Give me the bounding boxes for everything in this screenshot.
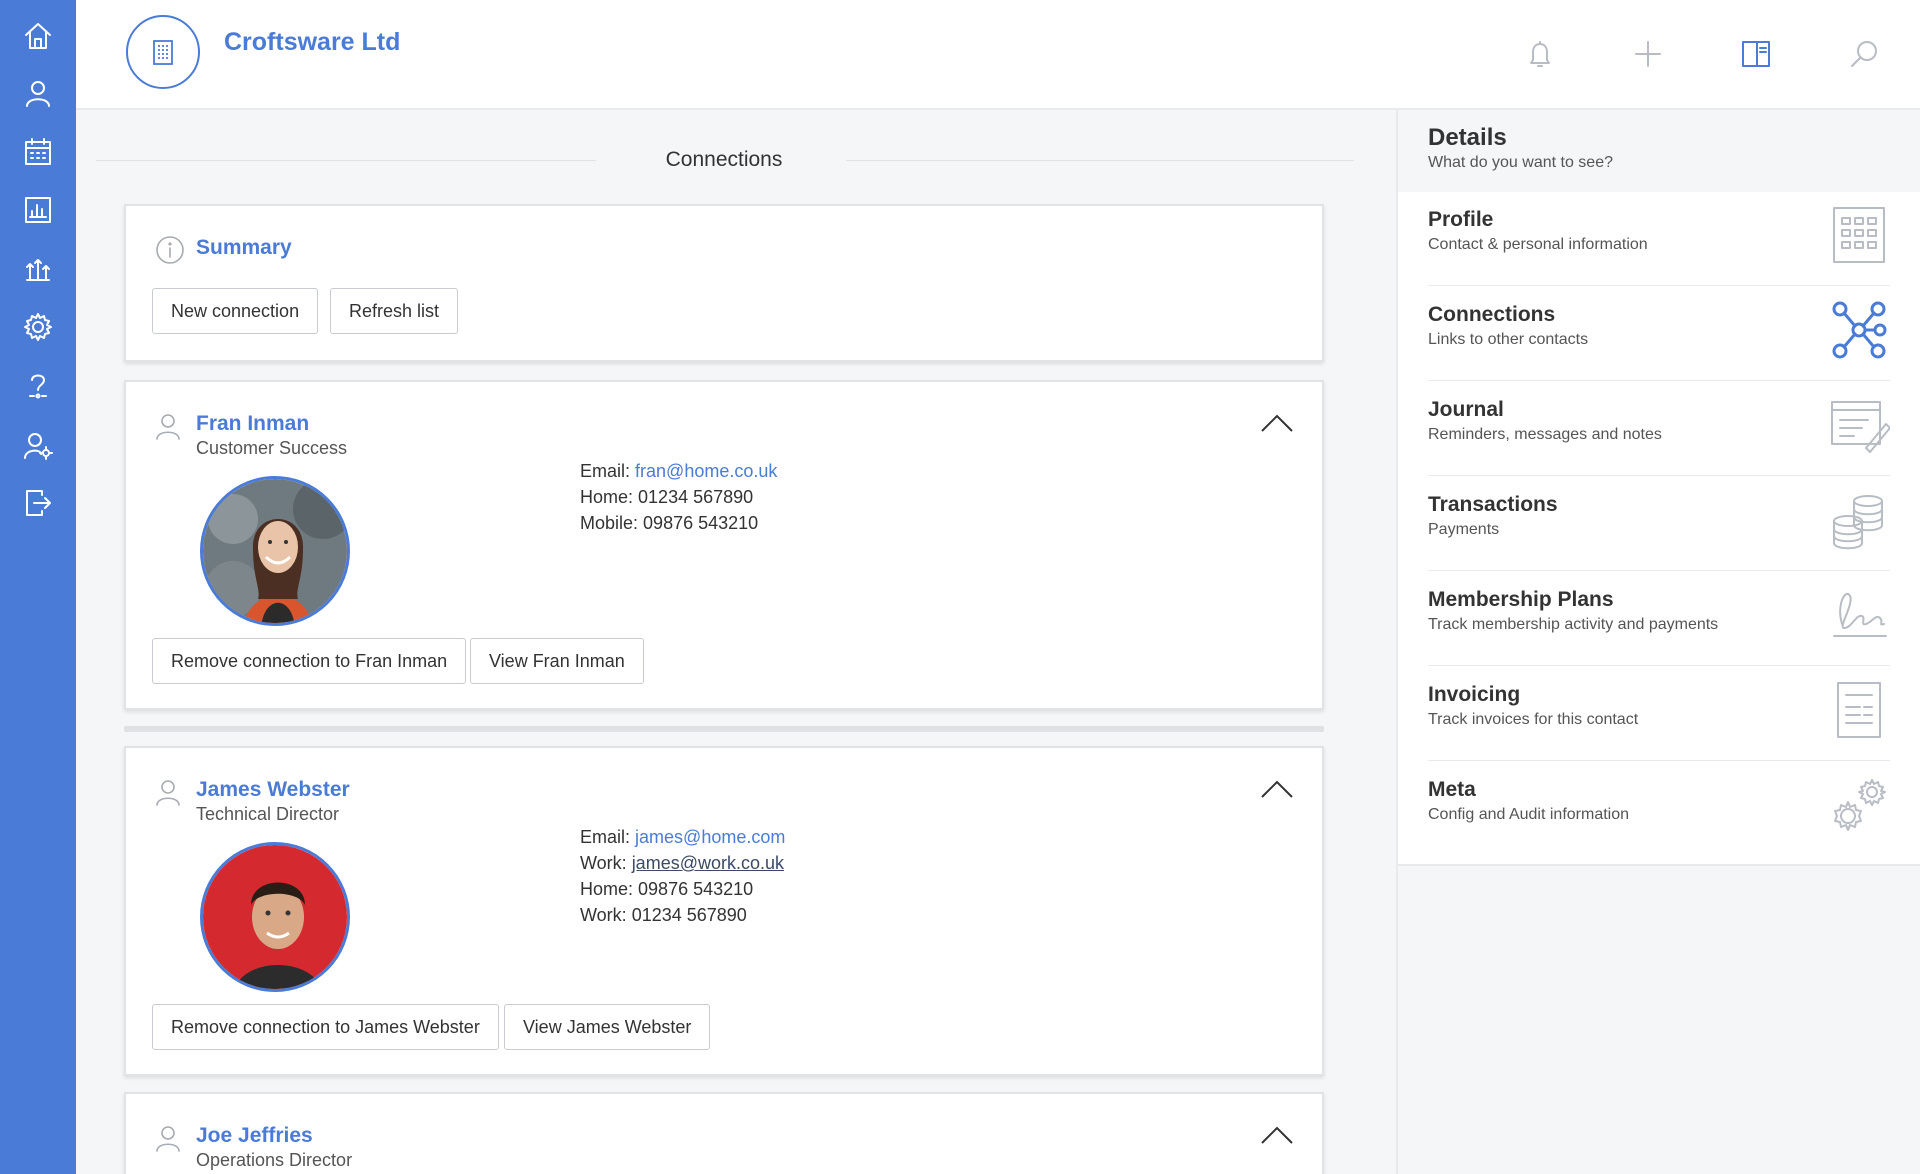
details-item-desc: Contact & personal information — [1428, 236, 1648, 253]
top-header: Croftsware Ltd — [76, 0, 1920, 110]
collapse-chevron-icon[interactable] — [1260, 412, 1294, 434]
details-item-name: Invoicing — [1428, 683, 1521, 706]
signature-icon — [1828, 584, 1890, 646]
details-title: Details — [1428, 124, 1507, 151]
home-phone: 01234 567890 — [638, 487, 754, 507]
email-link[interactable]: fran@home.co.uk — [635, 461, 777, 481]
building-icon — [153, 40, 173, 65]
details-item-name: Journal — [1428, 398, 1504, 421]
details-item-meta[interactable]: Meta Config and Audit information — [1428, 762, 1890, 856]
avatar — [200, 842, 350, 992]
collapse-chevron-icon[interactable] — [1260, 1124, 1294, 1146]
summary-card: Summary New connection Refresh list — [124, 204, 1324, 362]
contact-details: Email: james@home.com Work: james@work.c… — [580, 827, 786, 925]
remove-connection-button[interactable]: Remove connection to James Webster — [152, 1004, 499, 1050]
details-item-transactions[interactable]: Transactions Payments — [1428, 477, 1890, 571]
chart-icon[interactable] — [20, 192, 56, 228]
home-phone: 09876 543210 — [638, 879, 754, 899]
list-divider — [124, 726, 1324, 732]
details-item-profile[interactable]: Profile Contact & personal information — [1428, 192, 1890, 286]
panel-icon[interactable] — [1738, 36, 1774, 72]
email-link[interactable]: james@home.com — [635, 827, 785, 847]
main-content: Connections Summary New connection Refre… — [76, 110, 1396, 1174]
avatar — [200, 476, 350, 626]
calendar-icon[interactable] — [20, 134, 56, 170]
view-contact-button[interactable]: View James Webster — [504, 1004, 711, 1050]
network-icon — [1828, 299, 1890, 361]
work-email-link[interactable]: james@work.co.uk — [632, 853, 784, 873]
person-icon — [152, 1122, 184, 1154]
growth-icon[interactable] — [20, 250, 56, 286]
gear-icon[interactable] — [20, 309, 56, 345]
details-item-name: Connections — [1428, 303, 1556, 326]
connection-card: Joe Jeffries Operations Director — [124, 1092, 1324, 1174]
details-item-connections[interactable]: Connections Links to other contacts — [1428, 287, 1890, 381]
gears-icon — [1828, 774, 1890, 836]
details-header: Details What do you want to see? — [1398, 110, 1920, 192]
details-item-desc: Reminders, messages and notes — [1428, 426, 1662, 443]
home-icon[interactable] — [20, 18, 56, 54]
details-item-desc: Config and Audit information — [1428, 806, 1630, 823]
view-contact-button[interactable]: View Fran Inman — [470, 638, 644, 684]
search-icon[interactable] — [1846, 36, 1882, 72]
nav-rail — [0, 0, 76, 1174]
refresh-list-button[interactable]: Refresh list — [330, 288, 459, 334]
connection-card: James Webster Technical Director Email: … — [124, 746, 1324, 1076]
details-item-name: Membership Plans — [1428, 588, 1614, 611]
person-icon — [152, 776, 184, 808]
user-icon[interactable] — [20, 75, 56, 111]
invoice-icon — [1828, 679, 1890, 741]
details-subtitle: What do you want to see? — [1428, 154, 1613, 171]
details-item-desc: Links to other contacts — [1428, 331, 1589, 348]
remove-connection-button[interactable]: Remove connection to Fran Inman — [152, 638, 467, 684]
contact-details: Email: fran@home.co.uk Home: 01234 56789… — [580, 461, 778, 533]
connection-role: Operations Director — [196, 1150, 353, 1170]
details-list: Profile Contact & personal information C… — [1398, 192, 1920, 866]
connection-card: Fran Inman Customer Success Email: fran@… — [124, 380, 1324, 710]
org-name[interactable]: Croftsware Ltd — [224, 28, 400, 57]
summary-title: Summary — [196, 236, 292, 259]
connection-name[interactable]: James Webster — [196, 778, 350, 802]
details-item-journal[interactable]: Journal Reminders, messages and notes — [1428, 382, 1891, 476]
journal-icon — [1828, 394, 1891, 456]
bell-icon[interactable] — [1522, 36, 1558, 72]
user-settings-icon[interactable] — [20, 428, 56, 464]
coins-icon — [1828, 489, 1890, 551]
person-icon — [152, 410, 184, 442]
mobile-phone: 09876 543210 — [643, 513, 759, 533]
details-item-desc: Track invoices for this contact — [1428, 711, 1639, 728]
details-item-desc: Payments — [1428, 521, 1500, 538]
connection-role: Technical Director — [196, 804, 340, 824]
collapse-chevron-icon[interactable] — [1260, 778, 1294, 800]
details-item-desc: Track membership activity and payments — [1428, 616, 1719, 633]
connection-name[interactable]: Fran Inman — [196, 412, 309, 436]
org-logo[interactable] — [126, 15, 200, 89]
details-item-name: Meta — [1428, 778, 1476, 801]
info-icon — [154, 234, 186, 266]
work-phone: 01234 567890 — [631, 905, 747, 925]
connection-name[interactable]: Joe Jeffries — [196, 1124, 313, 1148]
details-item-name: Transactions — [1428, 493, 1558, 516]
building-icon — [1828, 204, 1890, 266]
section-divider — [846, 160, 1354, 161]
details-item-invoicing[interactable]: Invoicing Track invoices for this contac… — [1428, 667, 1890, 761]
new-connection-button[interactable]: New connection — [152, 288, 319, 334]
connection-role: Customer Success — [196, 438, 348, 458]
help-icon[interactable] — [20, 368, 56, 404]
details-item-membership-plans[interactable]: Membership Plans Track membership activi… — [1428, 572, 1890, 666]
logout-icon[interactable] — [20, 485, 56, 521]
details-panel: Details What do you want to see? Profile… — [1396, 110, 1920, 1174]
details-item-name: Profile — [1428, 208, 1494, 231]
plus-icon[interactable] — [1630, 36, 1666, 72]
